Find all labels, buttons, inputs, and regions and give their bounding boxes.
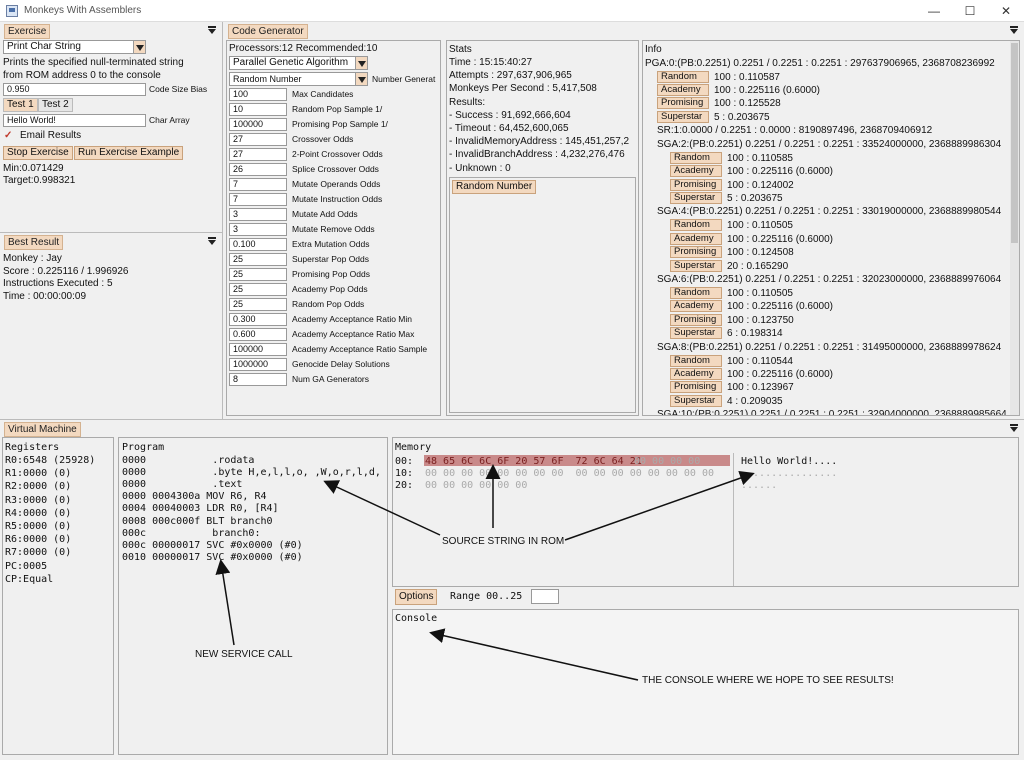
annotation-service-call: NEW SERVICE CALL [195, 649, 293, 660]
annotation-console: THE CONSOLE WHERE WE HOPE TO SEE RESULTS… [642, 675, 894, 686]
arrow-to-console [429, 628, 639, 681]
annotation-source-string: SOURCE STRING IN ROM [442, 536, 565, 547]
arrow-to-ascii [564, 470, 755, 541]
arrow-to-svc [215, 559, 235, 646]
annotation-arrows [215, 464, 755, 681]
arrow-to-rodata [323, 480, 441, 536]
